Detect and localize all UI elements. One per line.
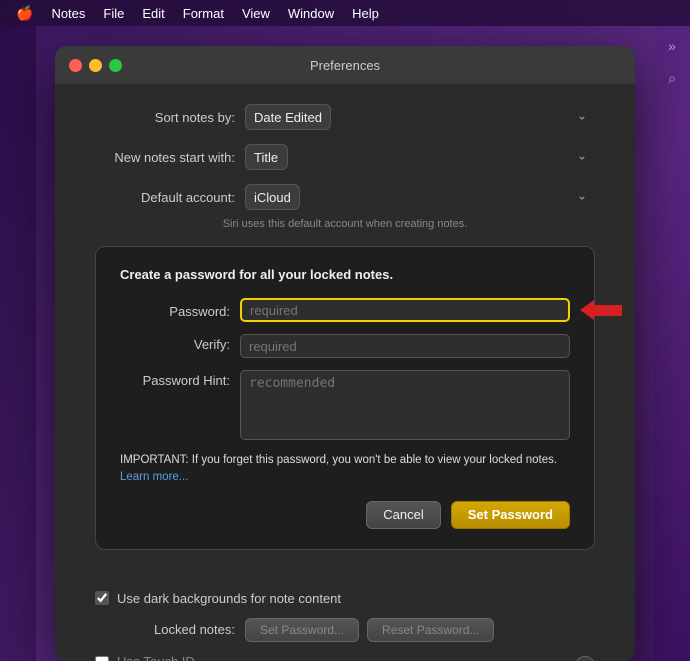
dialog-title: Create a password for all your locked no… (120, 267, 570, 282)
siri-hint: Siri uses this default account when crea… (95, 218, 595, 230)
verify-row: Verify: (120, 334, 570, 358)
new-notes-select-wrapper: Title (245, 144, 595, 170)
menu-file[interactable]: File (95, 4, 132, 23)
menu-format[interactable]: Format (175, 4, 232, 23)
locked-notes-label: Locked notes: (95, 622, 235, 637)
preferences-window: Preferences Sort notes by: Date Edited N… (55, 46, 635, 661)
maximize-button[interactable] (109, 59, 122, 72)
touch-id-row: Use Touch ID To use Touch ID in addition… (95, 654, 595, 661)
red-arrow (580, 300, 622, 320)
apple-logo[interactable]: 🍎 (8, 3, 41, 24)
content-area: Preferences Sort notes by: Date Edited N… (36, 26, 654, 661)
new-notes-select[interactable]: Title (245, 144, 288, 170)
hint-textarea[interactable] (240, 370, 570, 440)
dark-backgrounds-checkbox[interactable] (95, 591, 109, 605)
hint-row: Password Hint: (120, 370, 570, 440)
cancel-button[interactable]: Cancel (366, 501, 440, 529)
right-sidebar: » ⌕ (654, 26, 690, 661)
menu-bar: 🍎 Notes File Edit Format View Window Hel… (0, 0, 690, 26)
touch-id-checkbox[interactable] (95, 656, 109, 661)
arrow-body-icon (594, 305, 622, 316)
dark-backgrounds-row: Use dark backgrounds for note content (95, 591, 595, 606)
important-text: IMPORTANT: If you forget this password, … (120, 452, 570, 487)
menu-help[interactable]: Help (344, 4, 387, 23)
locked-notes-row: Locked notes: Set Password... Reset Pass… (95, 618, 595, 642)
password-row: Password: (120, 298, 570, 322)
locked-notes-set-password-button[interactable]: Set Password... (245, 618, 359, 642)
main-area: Preferences Sort notes by: Date Edited N… (0, 26, 690, 661)
dialog-buttons: Cancel Set Password (120, 501, 570, 529)
new-notes-row: New notes start with: Title (95, 144, 595, 170)
menu-edit[interactable]: Edit (134, 4, 172, 23)
menu-window[interactable]: Window (280, 4, 342, 23)
traffic-lights (69, 59, 122, 72)
menu-notes[interactable]: Notes (43, 4, 93, 23)
password-row-inner: Password: (120, 298, 570, 322)
verify-input[interactable] (240, 334, 570, 358)
password-dialog: Create a password for all your locked no… (95, 246, 595, 550)
hint-label: Password Hint: (120, 370, 230, 388)
verify-label: Verify: (120, 334, 230, 352)
default-account-row: Default account: iCloud (95, 184, 595, 210)
password-input[interactable] (240, 298, 570, 322)
menu-view[interactable]: View (234, 4, 278, 23)
default-account-select[interactable]: iCloud (245, 184, 300, 210)
minimize-button[interactable] (89, 59, 102, 72)
sort-notes-select-wrapper: Date Edited (245, 104, 595, 130)
sort-notes-row: Sort notes by: Date Edited (95, 104, 595, 130)
sort-notes-select[interactable]: Date Edited (245, 104, 331, 130)
default-account-label: Default account: (95, 190, 235, 205)
important-text-content: IMPORTANT: If you forget this password, … (120, 454, 557, 466)
chevron-right-icon[interactable]: » (660, 34, 684, 58)
close-button[interactable] (69, 59, 82, 72)
touch-id-label: Use Touch ID (117, 654, 567, 661)
bottom-section: Use dark backgrounds for note content Lo… (55, 591, 635, 661)
left-sidebar (0, 26, 36, 661)
title-bar: Preferences (55, 46, 635, 84)
default-account-select-wrapper: iCloud (245, 184, 595, 210)
set-password-button[interactable]: Set Password (451, 501, 570, 529)
password-label: Password: (120, 301, 230, 319)
prefs-body: Sort notes by: Date Edited New notes sta… (55, 84, 635, 591)
search-icon[interactable]: ⌕ (660, 66, 684, 90)
touch-id-content: Use Touch ID To use Touch ID in addition… (117, 654, 567, 661)
learn-more-link[interactable]: Learn more... (120, 471, 188, 483)
sort-notes-label: Sort notes by: (95, 110, 235, 125)
help-button[interactable]: ? (575, 656, 595, 661)
dark-backgrounds-label: Use dark backgrounds for note content (117, 591, 341, 606)
new-notes-label: New notes start with: (95, 150, 235, 165)
arrow-head-icon (580, 300, 594, 320)
locked-notes-reset-password-button[interactable]: Reset Password... (367, 618, 494, 642)
window-title: Preferences (310, 58, 380, 73)
